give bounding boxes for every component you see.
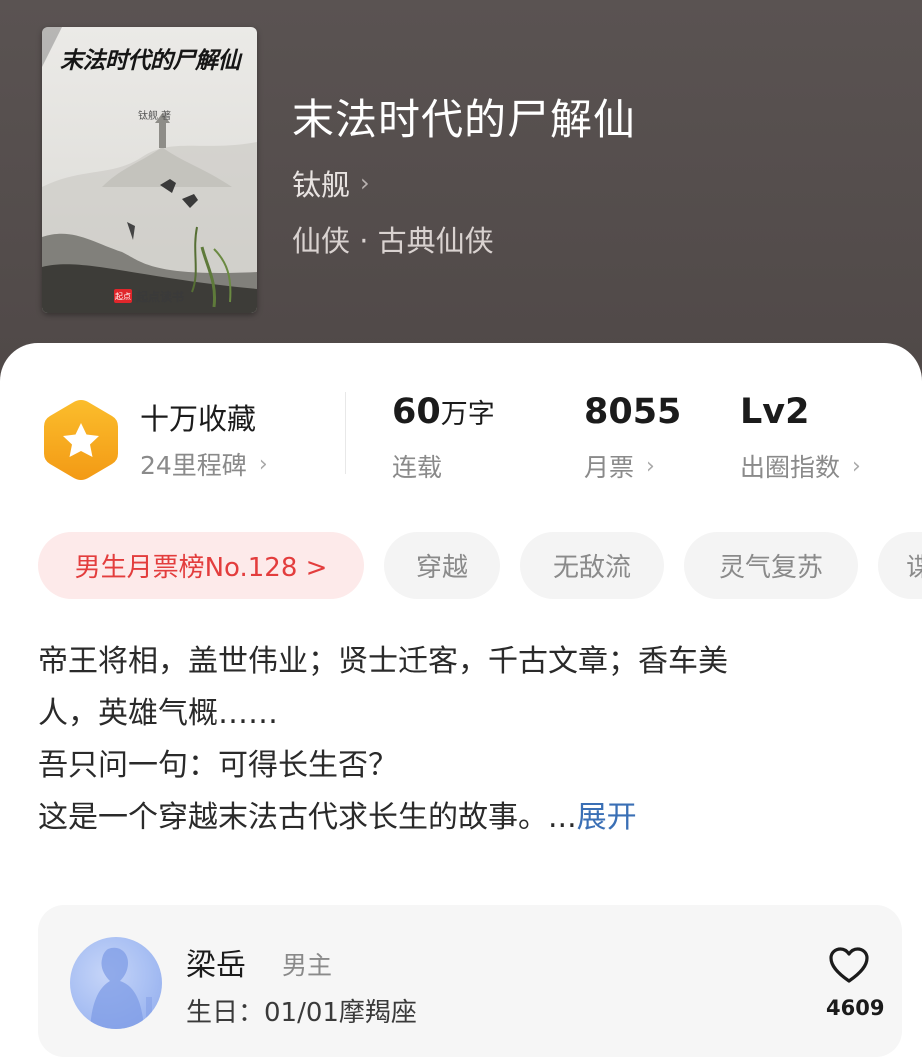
tag-chip[interactable]: 灵气复苏 (684, 532, 858, 599)
character-name: 梁岳 (186, 948, 246, 983)
collect-milestone: 十万收藏 (140, 402, 257, 436)
author-name: 钛舰 (292, 168, 351, 202)
character-avatar (70, 937, 162, 1029)
synopsis-text: 这是一个穿越末法古代求长生的故事。... (38, 800, 577, 835)
status-label: 连载 (392, 453, 443, 482)
heart-outline-icon[interactable] (828, 946, 870, 984)
cover-title: 末法时代的尸解仙 (60, 48, 241, 74)
synopsis-line: 吾只问一句：可得长生否？ (38, 748, 398, 783)
popularity-index-label: 出圈指数 (740, 453, 841, 482)
expand-link[interactable]: 展开 (577, 800, 637, 835)
chevron-right-icon: › (360, 169, 370, 197)
monthly-tickets-link[interactable]: 月票 › (584, 448, 655, 484)
star-badge-icon (44, 400, 118, 480)
book-genre[interactable]: 仙侠 · 古典仙侠 (292, 218, 494, 260)
cover-author: 钛舰 著 (138, 111, 172, 122)
tag-chip[interactable]: 无敌流 (520, 532, 664, 599)
popularity-level-value: Lv2 (740, 392, 810, 432)
chevron-right-icon: › (258, 451, 268, 477)
milestone-link[interactable]: 24里程碑 › (140, 446, 268, 482)
monthly-tickets-label: 月票 (584, 453, 635, 482)
author-link[interactable]: 钛舰 › (292, 162, 370, 204)
publisher-badge: 起点 (114, 289, 132, 303)
book-title: 末法时代的尸解仙 (292, 95, 637, 144)
monthly-tickets-value: 8055 (584, 392, 682, 432)
synopsis-line: 人，英雄气概…… (38, 696, 278, 731)
chevron-right-icon: › (646, 453, 655, 479)
publisher-logo: 起点 起点读书 (114, 286, 184, 306)
like-count: 4609 (826, 996, 885, 1020)
tag-chip[interactable]: 穿越 (384, 532, 500, 599)
word-count-value: 60 (392, 392, 441, 432)
character-role: 男主 (282, 951, 333, 980)
stat-divider (345, 392, 346, 474)
book-cover[interactable]: 末法时代的尸解仙 钛舰 著 起点 起点读书 (42, 27, 257, 313)
character-silhouette (90, 947, 152, 1029)
character-card[interactable] (38, 905, 902, 1057)
popularity-index-link[interactable]: 出圈指数 › (740, 448, 861, 484)
synopsis-line-last: 这是一个穿越末法古代求长生的故事。...展开 (38, 792, 888, 844)
chevron-right-icon: › (852, 453, 861, 479)
synopsis-line: 帝王将相，盖世伟业；贤士迁客，千古文章；香车美 (38, 644, 728, 679)
book-synopsis: 帝王将相，盖世伟业；贤士迁客，千古文章；香车美 人，英雄气概…… 吾只问一句：可… (38, 636, 888, 844)
ranking-tag[interactable]: 男生月票榜No.128 > (38, 532, 364, 599)
word-count-unit: 万字 (440, 399, 495, 430)
milestone-label: 24里程碑 (140, 451, 247, 480)
publisher-name: 起点读书 (136, 289, 185, 304)
word-count: 60万字 (392, 392, 495, 432)
character-birthday: 生日：01/01摩羯座 (186, 998, 417, 1028)
